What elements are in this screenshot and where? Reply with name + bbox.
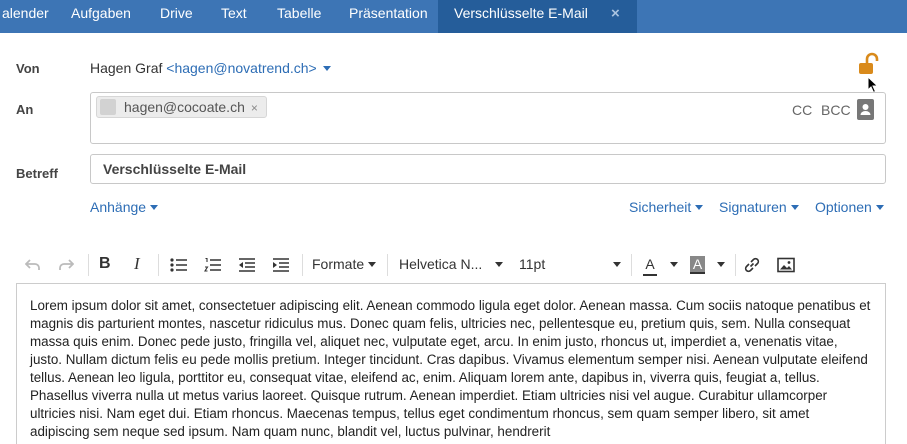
chevron-down-icon [322,65,331,71]
tab-spreadsheet[interactable]: Tabelle [277,0,321,33]
chevron-down-icon [875,204,884,210]
image-icon[interactable] [777,246,795,282]
text-color-picker[interactable]: A [643,246,678,282]
subject-input[interactable]: Verschlüsselte E-Mail [90,154,886,184]
font-family-value: Helvetica N... [399,256,483,272]
security-menu[interactable]: Sicherheit [629,199,704,215]
redo-icon[interactable] [58,246,75,282]
toolbar-divider [735,254,736,276]
tab-presentation[interactable]: Präsentation [349,0,428,33]
cc-button[interactable]: CC [792,102,812,118]
bcc-button[interactable]: BCC [821,102,851,118]
chevron-down-icon [150,204,159,210]
formats-dropdown[interactable]: Formate [312,246,377,282]
recipient-address: hagen@cocoate.ch [124,99,245,115]
address-book-icon[interactable] [857,99,874,120]
toolbar-divider [302,254,303,276]
security-label: Sicherheit [629,199,692,215]
from-selector[interactable]: Hagen Graf <hagen@novatrend.ch> [90,60,331,76]
tab-calendar[interactable]: alender [0,0,53,33]
unlock-icon[interactable] [858,52,880,76]
font-size-select[interactable]: 11pt [519,246,621,282]
remove-recipient-icon[interactable]: × [251,101,258,115]
link-icon[interactable] [743,246,761,282]
chevron-down-icon [695,204,704,210]
toolbar-divider [158,254,159,276]
italic-button[interactable]: I [134,246,140,282]
message-body-editor[interactable]: Lorem ipsum dolor sit amet, consectetuer… [16,283,886,444]
options-menu[interactable]: Optionen [815,199,884,215]
from-label: Von [16,61,40,76]
bullet-list-icon[interactable] [170,246,188,282]
chevron-down-icon [717,262,725,267]
toolbar-divider [88,254,89,276]
attachments-menu[interactable]: Anhänge [90,199,159,215]
tab-encrypted-mail[interactable]: Verschlüsselte E-Mail [438,0,637,33]
chevron-down-icon [368,261,377,267]
signatures-label: Signaturen [719,199,787,215]
formats-label: Formate [312,256,365,272]
toolbar-divider [631,254,632,276]
font-family-select[interactable]: Helvetica N... [399,246,503,282]
message-body-text: Lorem ipsum dolor sit amet, consectetuer… [30,298,871,439]
to-field[interactable]: hagen@cocoate.ch × CC BCC [90,92,886,144]
font-size-value: 11pt [519,256,546,272]
background-color-picker[interactable]: A [690,246,725,282]
app-tab-bar: alender Aufgaben Drive Text Tabelle Präs… [0,0,907,33]
text-color-icon: A [643,254,657,276]
tab-tasks[interactable]: Aufgaben [71,0,131,33]
bold-button[interactable]: B [99,246,111,282]
tab-text[interactable]: Text [221,0,247,33]
background-color-icon: A [690,256,705,274]
chevron-down-icon [495,262,503,267]
from-name: Hagen Graf [90,60,163,76]
undo-icon[interactable] [24,246,41,282]
outdent-icon[interactable] [238,246,256,282]
avatar [100,99,116,115]
from-address: <hagen@novatrend.ch> [166,60,317,76]
tab-encrypted-mail-label: Verschlüsselte E-Mail [454,5,588,21]
tab-drive[interactable]: Drive [160,0,193,33]
indent-icon[interactable] [272,246,290,282]
close-tab-icon[interactable]: × [611,6,620,21]
subject-label: Betreff [16,166,58,181]
chevron-down-icon [790,204,799,210]
chevron-down-icon [613,262,621,267]
attachments-label: Anhänge [90,199,147,215]
options-label: Optionen [815,199,872,215]
numbered-list-icon[interactable] [204,246,222,282]
editor-toolbar: B I Formate Helvetica N... 11pt A A [16,246,886,282]
recipient-chip[interactable]: hagen@cocoate.ch × [96,96,267,118]
toolbar-divider [387,254,388,276]
chevron-down-icon [670,262,678,267]
to-label: An [16,102,34,117]
signatures-menu[interactable]: Signaturen [719,199,799,215]
